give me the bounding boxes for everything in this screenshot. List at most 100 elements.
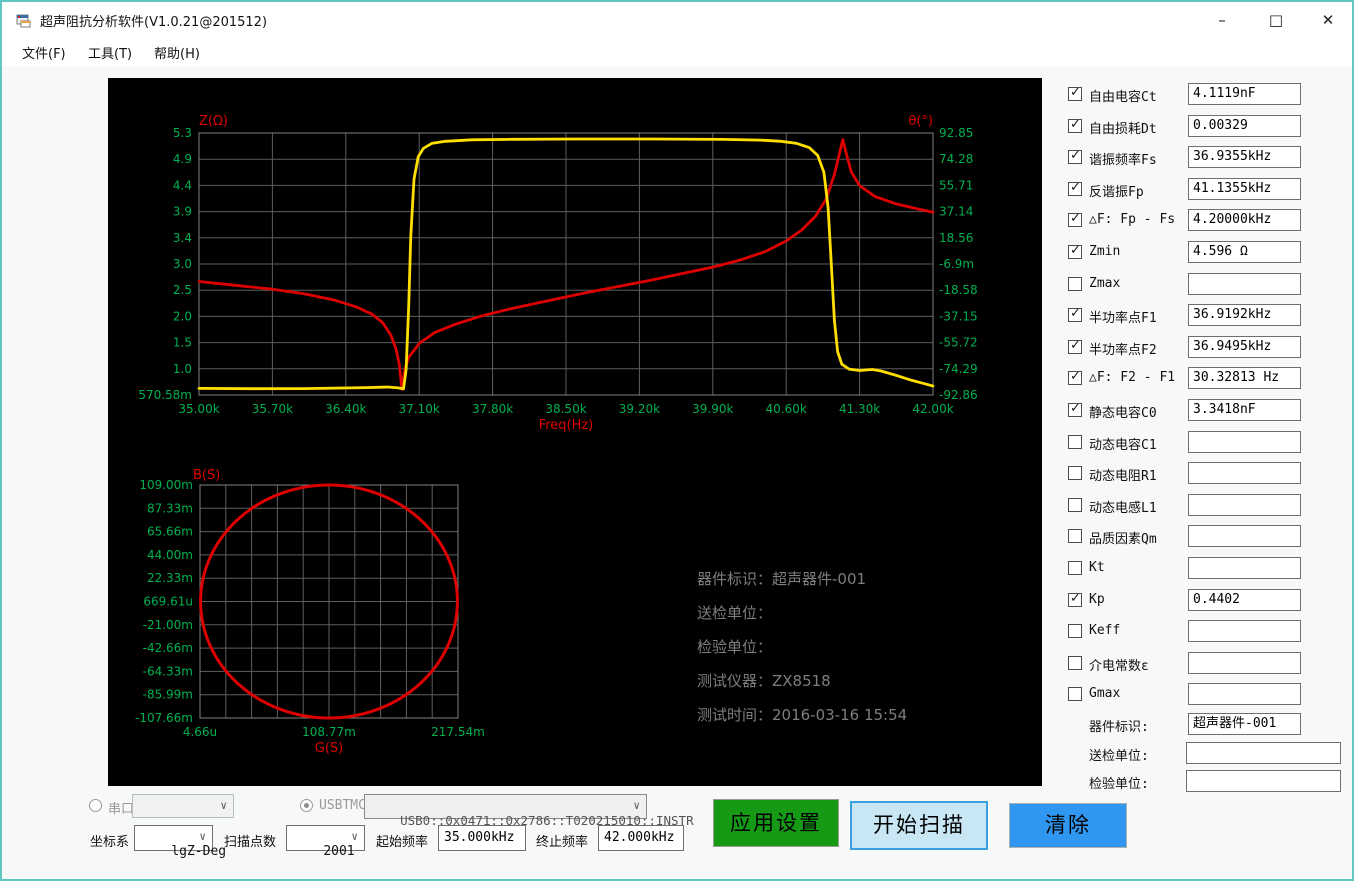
- measurement-value-field[interactable]: 4.20000kHz: [1188, 209, 1301, 232]
- checkbox-checked[interactable]: ✓: [1068, 401, 1082, 417]
- checkbox-checked[interactable]: ✓: [1068, 116, 1082, 133]
- y-left-tick: 4.4: [173, 178, 192, 192]
- serial-port-dropdown[interactable]: ∨: [132, 794, 234, 818]
- measurement-value-field[interactable]: [1188, 557, 1301, 579]
- stop-frequency-input[interactable]: 42.000kHz: [598, 825, 684, 851]
- measurement-value-field[interactable]: [1188, 430, 1301, 453]
- measurement-value-field[interactable]: 36.9495kHz: [1188, 335, 1301, 358]
- check-mark-icon: ✓: [1070, 116, 1081, 132]
- measurement-value-field[interactable]: 4.1119nF: [1188, 83, 1301, 105]
- y-tick: 109.00m: [139, 478, 193, 492]
- id-field-input[interactable]: 超声器件-001: [1188, 713, 1301, 735]
- id-field-input[interactable]: [1186, 770, 1341, 792]
- y-tick: 65.66m: [147, 525, 193, 539]
- id-field-label: 送检单位:: [1089, 749, 1149, 764]
- y-left-tick: 1.5: [173, 336, 192, 350]
- usbtmc-address-dropdown[interactable]: USB0::0x0471::0x2786::T020215010::INSTR ∨: [364, 794, 694, 828]
- serial-port-radio[interactable]: [89, 799, 102, 812]
- scan-points-dropdown[interactable]: 2001 ∨: [286, 825, 365, 859]
- start-frequency-input[interactable]: 35.000kHz: [438, 825, 526, 851]
- menu-file[interactable]: 文件(F): [22, 43, 66, 62]
- chevron-down-icon: ∨: [633, 799, 640, 812]
- checkbox-unchecked[interactable]: [1068, 434, 1082, 449]
- measurement-value-field[interactable]: 36.9355kHz: [1188, 146, 1301, 169]
- measurement-value-field[interactable]: 3.3418nF: [1188, 399, 1301, 421]
- measurement-row: ✓ Zmin 4.596 Ω: [1062, 240, 1354, 266]
- measurement-label: 自由电容Ct: [1089, 90, 1157, 105]
- y-left-tick: 5.3: [173, 126, 192, 140]
- measurement-row: Keff: [1062, 619, 1354, 645]
- info-line: 器件标识：超声器件-001: [697, 570, 867, 588]
- measurement-value-field[interactable]: 41.1355kHz: [1188, 177, 1301, 200]
- checkbox-checked[interactable]: ✓: [1068, 306, 1082, 323]
- coord-system-dropdown[interactable]: lgZ-Deg ∨: [134, 825, 226, 859]
- y-left-tick: 2.5: [173, 283, 192, 297]
- info-line: 测试仪器：ZX8518: [697, 672, 831, 690]
- start-scan-button[interactable]: 开始扫描: [850, 801, 988, 850]
- menu-tools[interactable]: 工具(T): [88, 43, 132, 62]
- y-right-tick: 55.71: [939, 178, 973, 192]
- id-field-input[interactable]: [1186, 742, 1341, 764]
- measurement-value-field[interactable]: 36.9192kHz: [1188, 304, 1301, 327]
- close-button[interactable]: ✕: [1306, 6, 1350, 34]
- usbtmc-radio[interactable]: [300, 799, 313, 812]
- id-field-row: 送检单位:: [1062, 741, 1354, 767]
- usbtmc-label: USBTMC: [319, 798, 366, 813]
- measurement-panel: ✓ 自由电容Ct 4.1119nF ✓ 自由损耗Dt 0.00329 ✓ 谐振频率Fs 36.9…: [1062, 78, 1354, 802]
- chevron-down-icon: ∨: [351, 830, 358, 843]
- measurement-row: ✓ 自由损耗Dt 0.00329: [1062, 114, 1354, 140]
- checkbox-checked[interactable]: ✓: [1068, 338, 1082, 354]
- measurement-row: 动态电容C1: [1062, 430, 1354, 456]
- checkbox-unchecked[interactable]: [1068, 624, 1082, 639]
- measurement-value-field[interactable]: [1188, 493, 1301, 516]
- measurement-label: 自由损耗Dt: [1089, 121, 1157, 137]
- checkbox-unchecked[interactable]: [1068, 529, 1082, 544]
- apply-settings-button[interactable]: 应用设置: [713, 799, 839, 847]
- measurement-value-field[interactable]: 30.32813 Hz: [1188, 367, 1301, 390]
- y-left-tick: 2.0: [173, 309, 192, 323]
- measurement-value-field[interactable]: [1188, 272, 1301, 295]
- stop-frequency-label: 终止频率: [536, 835, 589, 850]
- measurement-value-field[interactable]: [1188, 620, 1301, 643]
- checkbox-checked[interactable]: ✓: [1068, 85, 1082, 101]
- menu-help[interactable]: 帮助(H): [154, 43, 200, 62]
- measurement-value-field[interactable]: [1188, 525, 1301, 548]
- measurement-value-field[interactable]: [1188, 462, 1301, 485]
- y-tick: 669.61u: [143, 595, 193, 609]
- x-tick: 41.30k: [839, 402, 880, 416]
- checkbox-unchecked[interactable]: [1068, 687, 1082, 702]
- minimize-button[interactable]: –: [1200, 6, 1244, 34]
- checkbox-checked[interactable]: ✓: [1068, 148, 1082, 165]
- measurement-label: 反谐振Fp: [1089, 184, 1144, 200]
- measurement-value-field[interactable]: 0.00329: [1188, 114, 1301, 137]
- measurement-value-field[interactable]: 4.596 Ω: [1188, 241, 1301, 263]
- measurement-value-field[interactable]: [1188, 683, 1301, 706]
- check-mark-icon: ✓: [1070, 306, 1081, 322]
- y-tick: -85.99m: [143, 688, 193, 702]
- measurement-row: ✓ 静态电容C0 3.3418nF: [1062, 398, 1354, 424]
- checkbox-checked[interactable]: ✓: [1068, 591, 1082, 607]
- measurement-row: ✓ 半功率点F1 36.9192kHz: [1062, 303, 1354, 329]
- measurement-row: 品质因素Qm: [1062, 524, 1354, 550]
- checkbox-unchecked[interactable]: [1068, 655, 1082, 670]
- maximize-button[interactable]: □: [1254, 6, 1298, 34]
- clear-button[interactable]: 清除: [1009, 803, 1127, 848]
- measurement-row: ✓ 半功率点F2 36.9495kHz: [1062, 335, 1354, 361]
- measurement-value-field[interactable]: [1188, 651, 1301, 674]
- checkbox-checked[interactable]: ✓: [1068, 369, 1082, 386]
- x-tick: 39.20k: [619, 402, 660, 416]
- checkbox-checked[interactable]: ✓: [1068, 243, 1082, 259]
- measurement-label: 动态电阻R1: [1089, 469, 1157, 485]
- checkbox-unchecked[interactable]: [1068, 561, 1082, 575]
- id-field-row: 检验单位:: [1062, 769, 1354, 795]
- check-mark-icon: ✓: [1070, 85, 1081, 100]
- chevron-down-icon: ∨: [199, 830, 206, 843]
- checkbox-unchecked[interactable]: [1068, 497, 1082, 512]
- checkbox-unchecked[interactable]: [1068, 276, 1082, 291]
- measurement-value-field[interactable]: 0.4402: [1188, 588, 1301, 611]
- checkbox-unchecked[interactable]: [1068, 466, 1082, 481]
- checkbox-checked[interactable]: ✓: [1068, 180, 1082, 196]
- checkbox-checked[interactable]: ✓: [1068, 211, 1082, 228]
- info-line: 测试时间：2016-03-16 15:54: [697, 706, 908, 724]
- measurement-row: ✓ 谐振频率Fs 36.9355kHz: [1062, 145, 1354, 171]
